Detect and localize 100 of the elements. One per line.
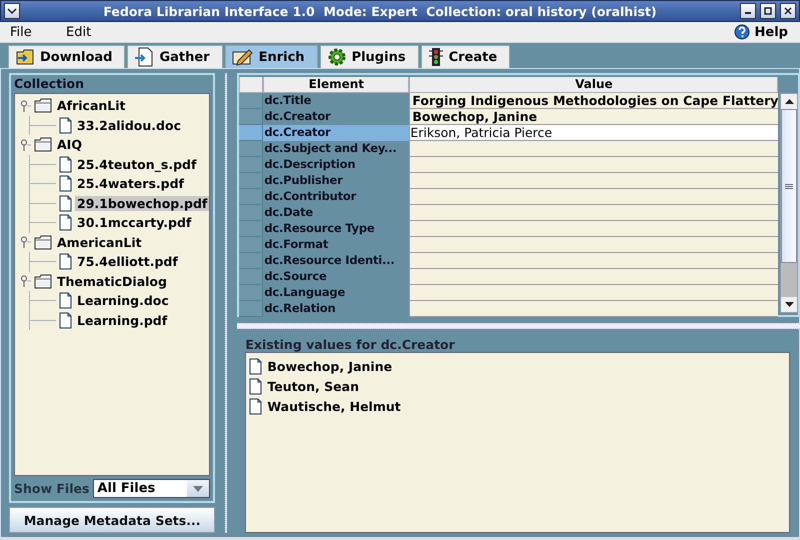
scroll-down-icon[interactable] [784,302,794,307]
element-cell[interactable]: dc.Relation [263,301,410,317]
tree-item[interactable]: AmericanLit [55,234,144,250]
tree-item[interactable]: AfricanLit [55,98,128,114]
row-header[interactable] [239,109,264,125]
element-cell[interactable]: dc.Description [263,157,410,173]
row-header[interactable] [239,125,264,141]
maximize-button[interactable] [760,3,776,19]
show-files-dropdown[interactable]: All Files [93,479,210,498]
scroll-up-icon[interactable] [784,99,794,104]
value-cell[interactable] [409,221,778,237]
value-item[interactable]: Bowechop, Janine [267,358,392,374]
tab[interactable]: Create [420,45,510,68]
traffic-light-icon [428,47,444,67]
element-cell[interactable]: dc.Date [263,205,410,221]
tree-item[interactable]: Learning.pdf [75,312,170,328]
value-cell[interactable] [409,205,778,221]
expanded-handle-icon[interactable] [19,100,31,112]
element-cell[interactable]: dc.Source [263,269,410,285]
value-cell[interactable] [409,253,778,269]
element-cell[interactable]: dc.Resource Identi... [263,253,410,269]
tab[interactable]: Gather [127,45,223,68]
element-cell[interactable]: dc.Resource Type [263,221,410,237]
close-button[interactable] [780,3,796,19]
value-cell[interactable]: Erikson, Patricia Pierce [409,125,778,141]
manage-metadata-button[interactable]: Manage Metadata Sets... [9,507,216,533]
value-cell[interactable] [409,141,778,157]
menu-item[interactable]: Edit [66,24,122,40]
tree-item[interactable]: 25.4teuton_s.pdf [75,156,198,172]
value-cell[interactable] [409,269,778,285]
folder-arrow-icon [15,48,35,66]
tree-item[interactable]: Learning.doc [75,293,171,308]
splitter[interactable] [237,323,800,329]
folder-icon [34,234,52,250]
tree-item[interactable]: AIQ [55,137,84,152]
element-cell[interactable]: dc.Publisher [263,173,410,189]
tree-item[interactable]: 25.4waters.pdf [75,176,186,192]
tree-item[interactable]: 33.2alidou.doc [75,118,183,133]
value-cell[interactable] [409,237,778,253]
table-corner [239,77,264,93]
row-header[interactable] [239,157,264,173]
document-arrow-icon [134,47,154,67]
tab[interactable]: Plugins [320,45,419,68]
row-header[interactable] [239,221,264,237]
file-icon [59,116,72,134]
row-header[interactable] [239,269,264,285]
expanded-handle-icon[interactable] [19,236,31,248]
expanded-handle-icon[interactable] [19,138,31,151]
value-item[interactable]: Teuton, Sean [267,378,359,394]
element-cell[interactable]: dc.Creator [263,109,410,125]
element-cell[interactable]: dc.Format [263,237,410,253]
row-header[interactable] [239,205,264,221]
folder-icon [34,98,52,114]
expanded-handle-icon[interactable] [19,275,31,288]
file-icon [59,312,72,329]
tree-item[interactable]: 29.1bowechop.pdf [75,196,210,211]
field-label: Show Files [14,481,90,496]
element-cell[interactable]: dc.Language [263,285,410,301]
column-header[interactable]: Value [409,77,778,93]
file-icon [249,398,262,414]
scrollbar[interactable] [780,93,798,313]
tree-item[interactable]: 30.1mccarty.pdf [75,215,194,230]
value-cell[interactable] [409,157,778,173]
chevron-down-icon [7,6,17,16]
close-icon [783,6,793,16]
tab[interactable]: Enrich [224,45,318,68]
tree-item[interactable]: 75.4elliott.pdf [75,254,180,270]
help-menu[interactable]: Help [734,24,790,40]
row-header[interactable] [239,253,264,269]
row-header[interactable] [239,285,264,301]
file-icon [249,358,262,374]
folder-icon [34,274,52,289]
row-header[interactable] [239,237,264,253]
value-cell[interactable]: Bowechop, Janine [409,109,778,125]
tab[interactable]: Download [8,45,126,68]
row-header[interactable] [239,173,264,189]
row-header[interactable] [239,141,264,157]
column-header[interactable]: Element [263,77,410,93]
value-cell[interactable] [409,301,778,317]
element-cell[interactable]: dc.Subject and Key... [263,141,410,157]
row-header[interactable] [239,301,264,317]
value-cell[interactable] [409,285,778,301]
value-cell[interactable]: Forging Indigenous Methodologies on Cape Flattery [409,93,778,109]
element-cell[interactable]: dc.Title [263,93,410,109]
splitter[interactable] [225,73,228,533]
tree-item[interactable]: ThematicDialog [55,274,169,289]
menu-item[interactable]: File [10,24,66,40]
value-cell[interactable] [409,173,778,189]
file-icon [59,253,72,270]
value-item[interactable]: Wautische, Helmut [267,398,401,414]
element-cell[interactable]: dc.Contributor [263,189,410,205]
pencil-icon [232,48,254,66]
minimize-button[interactable] [740,3,756,19]
file-icon [59,214,72,232]
row-header[interactable] [239,93,264,109]
window-menu-button[interactable] [4,3,20,19]
dropdown-arrow-icon [193,486,204,492]
value-cell[interactable] [409,189,778,205]
element-cell[interactable]: dc.Creator [263,125,410,141]
row-header[interactable] [239,189,264,205]
